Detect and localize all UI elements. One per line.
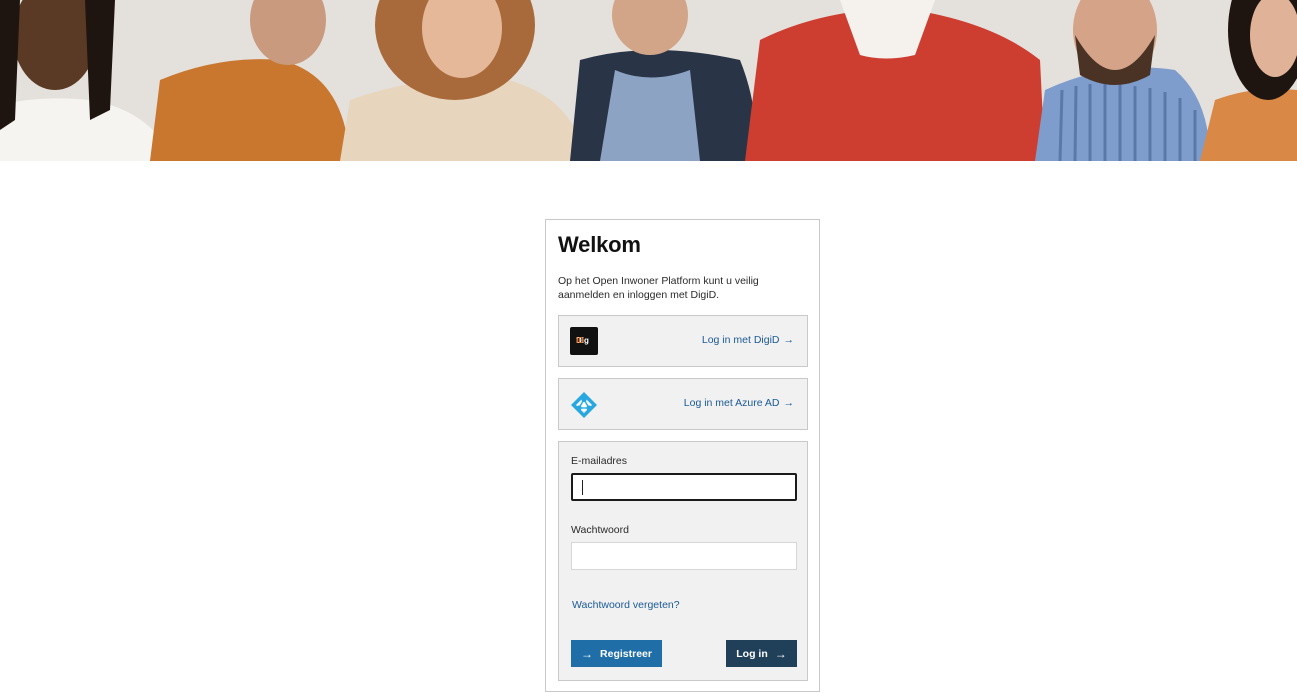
digid-login-link[interactable]: Log in met DigiD → — [702, 334, 794, 346]
arrow-right-icon: → — [783, 397, 795, 409]
digid-logo: Dig iD — [570, 327, 598, 355]
email-input[interactable] — [571, 473, 797, 501]
arrow-right-icon: → — [581, 646, 594, 661]
arrow-right-icon: → — [774, 646, 787, 661]
digid-login-option[interactable]: Dig iD Log in met DigiD → — [558, 315, 808, 367]
forgot-password-link[interactable]: Wachtwoord vergeten? — [572, 599, 680, 611]
register-button[interactable]: → Registreer — [571, 640, 662, 667]
page-title: Welkom — [558, 232, 641, 257]
register-button-label: Registreer — [600, 647, 652, 660]
email-label: E-mailadres — [571, 455, 628, 467]
digid-login-label: Log in met DigiD — [701, 334, 780, 346]
azure-ad-login-link[interactable]: Log in met Azure AD → — [684, 397, 794, 409]
hero-people-illustration — [0, 0, 1297, 161]
azure-ad-logo-icon — [571, 392, 597, 418]
azure-ad-login-label: Log in met Azure AD — [683, 397, 780, 409]
login-card: Welkom Op het Open Inwoner Platform kunt… — [545, 219, 820, 692]
login-button-label: Log in — [736, 647, 768, 660]
digid-logo-text-b: iD — [576, 336, 584, 345]
arrow-right-icon: → — [783, 334, 795, 346]
email-login-form: E-mailadres Wachtwoord Wachtwoord verget… — [558, 441, 808, 681]
azure-ad-login-option[interactable]: Log in met Azure AD → — [558, 378, 808, 430]
password-input[interactable] — [571, 542, 797, 570]
login-button[interactable]: Log in → — [726, 640, 797, 667]
intro-text: Op het Open Inwoner Platform kunt u veil… — [558, 275, 759, 301]
hero-banner-image — [0, 0, 1297, 161]
password-label: Wachtwoord — [571, 524, 629, 536]
text-caret — [582, 480, 583, 495]
